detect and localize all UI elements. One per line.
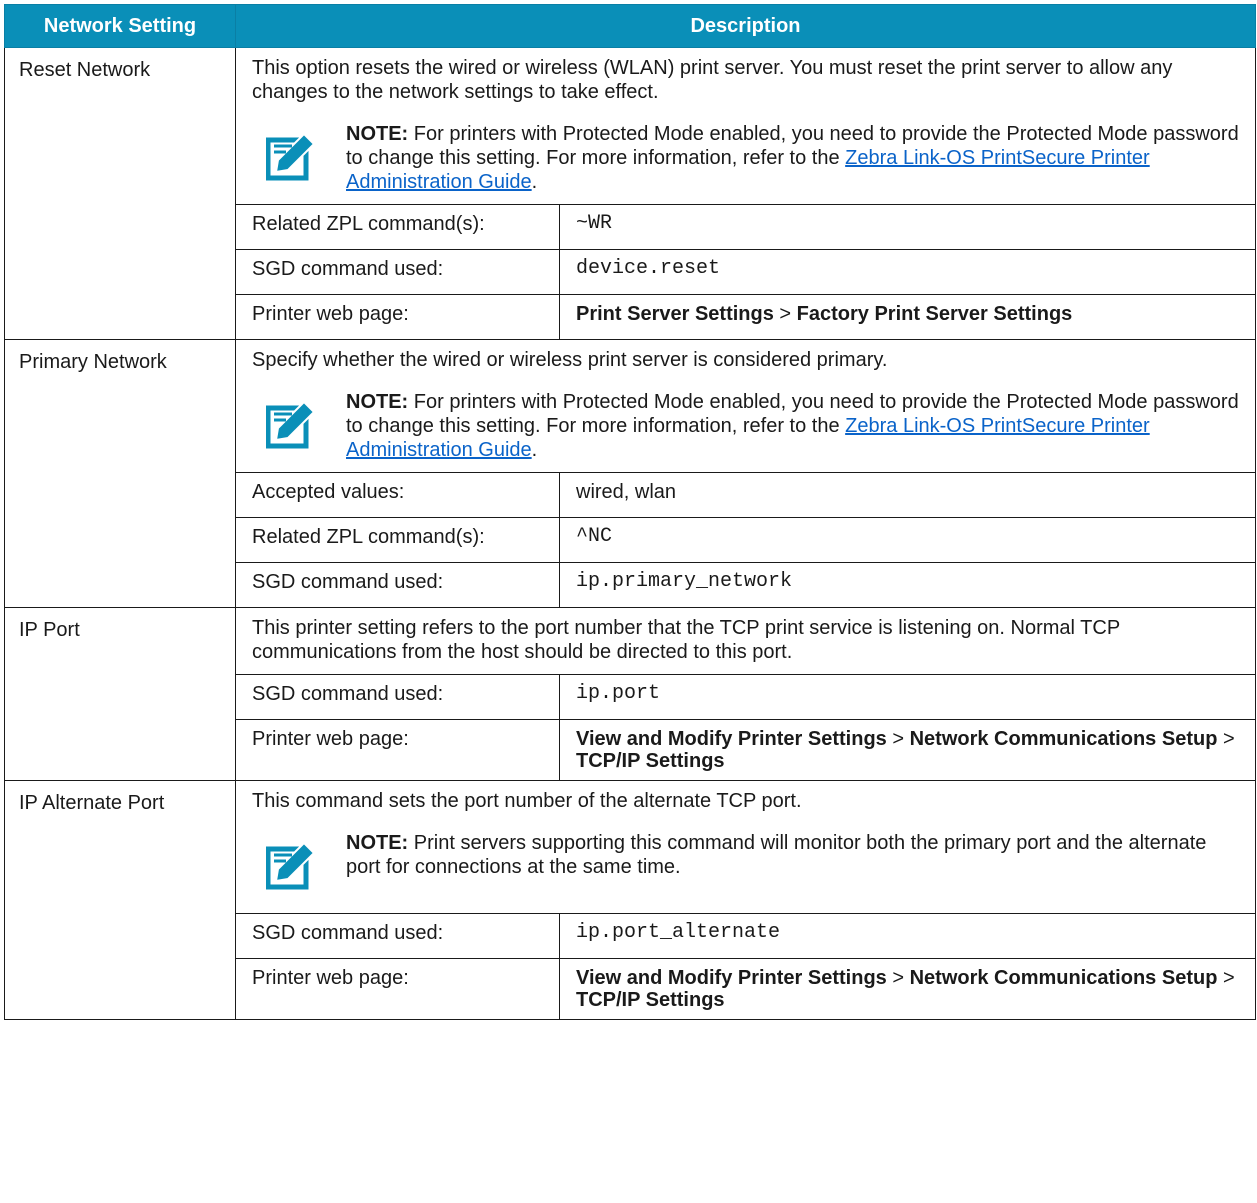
detail-value: ip.primary_network <box>559 562 1255 607</box>
detail-row: Printer web page: View and Modify Printe… <box>236 719 1255 780</box>
detail-row: SGD command used: device.reset <box>236 249 1255 295</box>
detail-value: ip.port <box>559 674 1255 720</box>
description-text: This command sets the port number of the… <box>252 790 802 812</box>
description-text: This option resets the wired or wireless… <box>252 57 1173 103</box>
detail-row: Printer web page: Print Server Settings … <box>236 294 1255 339</box>
detail-value: device.reset <box>559 249 1255 295</box>
detail-value: Print Server Settings > Factory Print Se… <box>559 294 1255 339</box>
setting-name: IP Port <box>4 607 236 781</box>
command-details: SGD command used: ip.port_alternate Prin… <box>236 913 1255 1019</box>
detail-key: SGD command used: <box>236 562 560 607</box>
detail-key: Printer web page: <box>236 719 560 780</box>
description-cell: This command sets the port number of the… <box>235 780 1256 1020</box>
pencil-note-icon <box>266 841 316 890</box>
table-row: Reset Network This option resets the wir… <box>4 47 1256 340</box>
note-block: NOTE: For printers with Protected Mode e… <box>252 382 1241 472</box>
table-row: Primary Network Specify whether the wire… <box>4 339 1256 608</box>
command-details: Related ZPL command(s): ~WR SGD command … <box>236 204 1255 339</box>
setting-name: Primary Network <box>4 339 236 608</box>
detail-row: Accepted values: wired, wlan <box>236 472 1255 518</box>
description-text: This printer setting refers to the port … <box>252 617 1120 663</box>
detail-value: View and Modify Printer Settings > Netwo… <box>559 719 1255 780</box>
detail-value: ip.port_alternate <box>559 913 1255 959</box>
header-description: Description <box>235 4 1256 48</box>
table-row: IP Port This printer setting refers to t… <box>4 607 1256 781</box>
detail-key: SGD command used: <box>236 674 560 720</box>
note-label: NOTE: <box>346 832 409 854</box>
setting-name: Reset Network <box>4 47 236 340</box>
note-block: NOTE: Print servers supporting this comm… <box>252 823 1241 913</box>
pencil-note-icon <box>266 132 316 181</box>
header-network-setting: Network Setting <box>4 4 236 48</box>
detail-value: ^NC <box>559 517 1255 563</box>
command-details: Accepted values: wired, wlan Related ZPL… <box>236 472 1255 607</box>
command-details: SGD command used: ip.port Printer web pa… <box>236 674 1255 780</box>
detail-row: Printer web page: View and Modify Printe… <box>236 958 1255 1019</box>
detail-key: Related ZPL command(s): <box>236 517 560 563</box>
setting-name: IP Alternate Port <box>4 780 236 1020</box>
description-text: Specify whether the wired or wireless pr… <box>252 349 888 371</box>
detail-row: SGD command used: ip.port_alternate <box>236 913 1255 959</box>
detail-key: Related ZPL command(s): <box>236 204 560 250</box>
detail-row: Related ZPL command(s): ^NC <box>236 517 1255 563</box>
note-text: Print servers supporting this command wi… <box>346 832 1207 878</box>
detail-row: Related ZPL command(s): ~WR <box>236 204 1255 250</box>
detail-row: SGD command used: ip.port <box>236 674 1255 720</box>
detail-value: wired, wlan <box>559 472 1255 518</box>
header-row: Network Setting Description <box>4 4 1256 48</box>
detail-value: View and Modify Printer Settings > Netwo… <box>559 958 1255 1019</box>
detail-key: Accepted values: <box>236 472 560 518</box>
detail-value: ~WR <box>559 204 1255 250</box>
description-cell: This option resets the wired or wireless… <box>235 47 1256 340</box>
note-block: NOTE: For printers with Protected Mode e… <box>252 114 1241 204</box>
note-label: NOTE: <box>346 123 409 145</box>
description-cell: Specify whether the wired or wireless pr… <box>235 339 1256 608</box>
detail-key: Printer web page: <box>236 294 560 339</box>
description-cell: This printer setting refers to the port … <box>235 607 1256 781</box>
note-label: NOTE: <box>346 391 409 413</box>
detail-key: Printer web page: <box>236 958 560 1019</box>
detail-row: SGD command used: ip.primary_network <box>236 562 1255 607</box>
table-row: IP Alternate Port This command sets the … <box>4 780 1256 1020</box>
detail-key: SGD command used: <box>236 913 560 959</box>
detail-key: SGD command used: <box>236 249 560 295</box>
pencil-note-icon <box>266 400 316 449</box>
network-settings-table: Network Setting Description Reset Networ… <box>4 4 1256 1020</box>
